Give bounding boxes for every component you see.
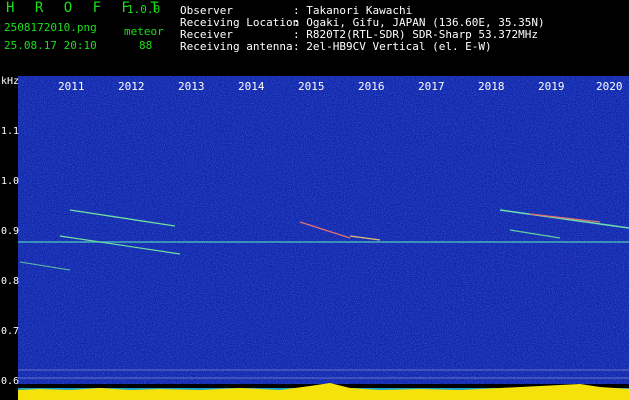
year-label: 2020 (596, 80, 623, 93)
datetime: 25.08.17 20:10 (4, 39, 97, 52)
year-label: 2015 (298, 80, 325, 93)
meteor-count: 88 (139, 39, 153, 52)
year-label: 2018 (478, 80, 505, 93)
y-axis-panel (0, 76, 18, 400)
mode-label: meteor (124, 25, 164, 38)
y-tick-label: 0.7 (1, 326, 19, 337)
year-label: 2011 (58, 80, 85, 93)
year-label: 2013 (178, 80, 205, 93)
file-name: 2508172010.png (4, 21, 97, 34)
year-label: 2019 (538, 80, 565, 93)
header-panel: H R O F F T 1.0.0 2508172010.png meteor … (0, 0, 629, 76)
baseline-spectrum (18, 383, 629, 400)
y-tick-label: 0.6 (1, 376, 19, 387)
y-tick-label: 1.0 (1, 176, 19, 187)
antenna-label: Receiving antenna (180, 40, 293, 53)
year-label: 2012 (118, 80, 145, 93)
antenna-value: : 2el-HB9CV Vertical (el. E-W) (293, 40, 492, 53)
year-label: 2016 (358, 80, 385, 93)
y-axis-unit: kHz (1, 76, 19, 87)
y-tick-label: 1.1 (1, 126, 19, 137)
y-tick-label: 0.8 (1, 276, 19, 287)
app-version: 1.0.0 (127, 3, 161, 16)
year-label: 2017 (418, 80, 445, 93)
spectrogram: 2011 2012 2013 2014 2015 2016 2017 2018 … (0, 76, 629, 400)
year-label: 2014 (238, 80, 265, 93)
y-tick-label: 0.9 (1, 226, 19, 237)
